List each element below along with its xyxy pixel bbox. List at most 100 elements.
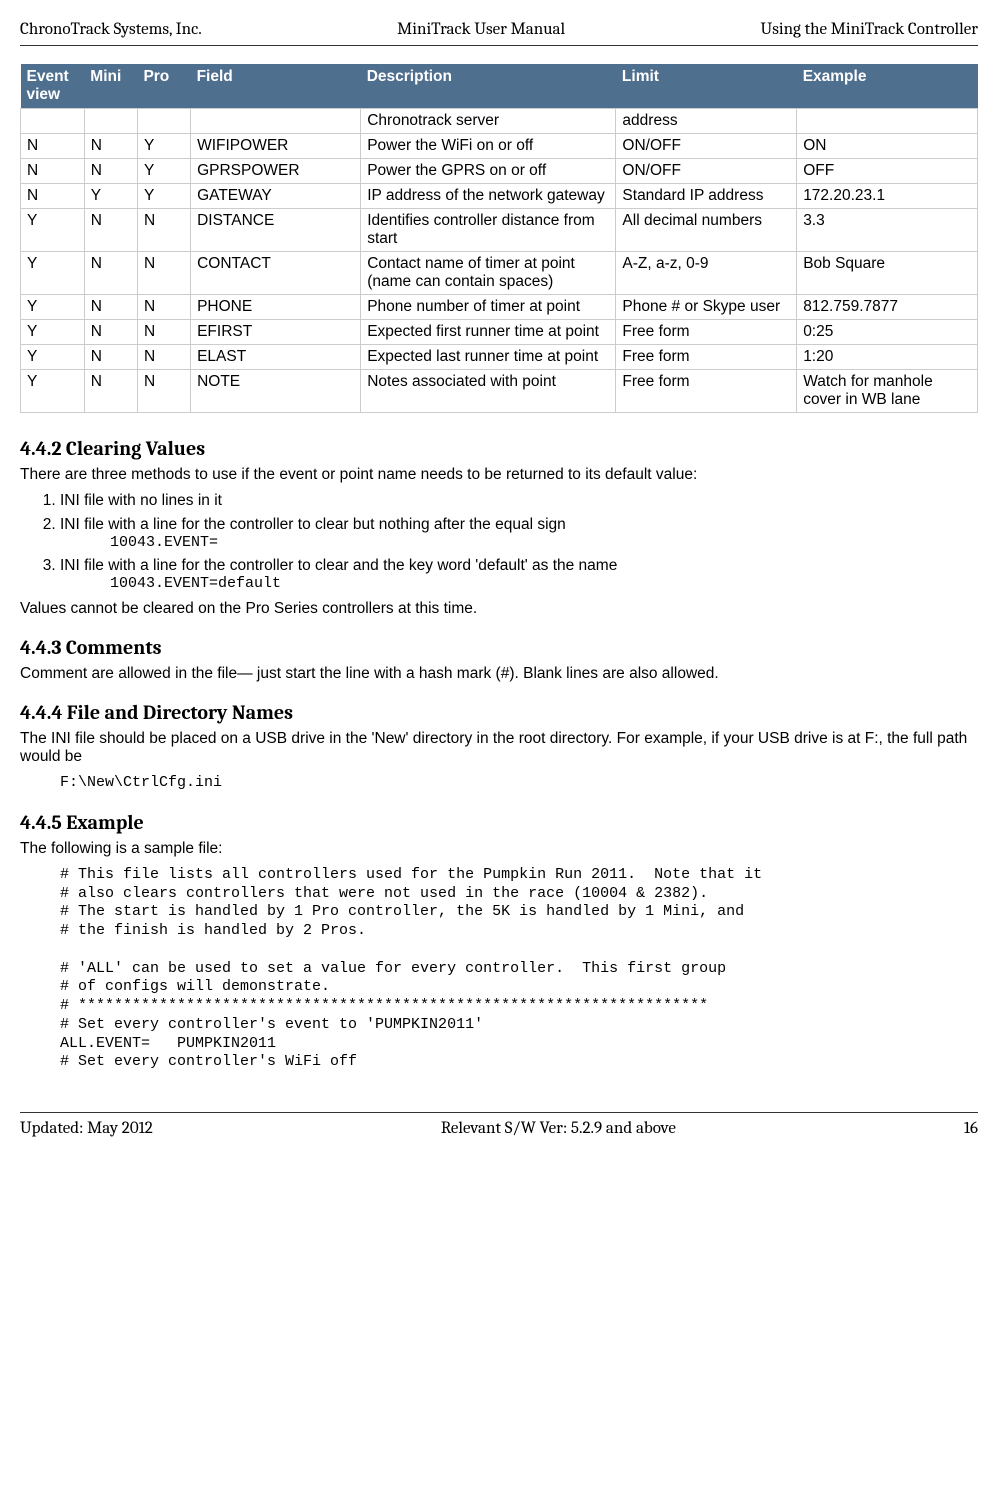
- table-cell: WIFIPOWER: [191, 134, 361, 159]
- table-cell: NOTE: [191, 370, 361, 413]
- table-cell: Watch for manhole cover in WB lane: [797, 370, 978, 413]
- list-item: INI file with a line for the controller …: [60, 516, 978, 551]
- table-cell: Phone number of timer at point: [361, 295, 616, 320]
- table-cell: OFF: [797, 159, 978, 184]
- table-cell: Y: [137, 159, 190, 184]
- table-cell: Standard IP address: [616, 184, 797, 209]
- table-cell: Power the WiFi on or off: [361, 134, 616, 159]
- table-row: Chronotrack serveraddress: [21, 109, 978, 134]
- table-cell: [137, 109, 190, 134]
- table-cell: EFIRST: [191, 320, 361, 345]
- table-cell: ON/OFF: [616, 159, 797, 184]
- table-cell: Free form: [616, 370, 797, 413]
- li2-code: 10043.EVENT=: [110, 534, 978, 551]
- table-cell: Y: [21, 252, 85, 295]
- table-cell: N: [137, 295, 190, 320]
- table-cell: N: [137, 209, 190, 252]
- table-cell: N: [137, 252, 190, 295]
- list-item: INI file with a line for the controller …: [60, 557, 978, 592]
- table-cell: N: [84, 252, 137, 295]
- table-cell: 1:20: [797, 345, 978, 370]
- table-cell: Power the GPRS on or off: [361, 159, 616, 184]
- table-cell: [797, 109, 978, 134]
- table-cell: N: [21, 184, 85, 209]
- table-cell: N: [84, 320, 137, 345]
- file-names-text: The INI file should be placed on a USB d…: [20, 730, 978, 766]
- footer-right: 16: [964, 1119, 978, 1138]
- table-cell: Y: [137, 184, 190, 209]
- table-cell: 3.3: [797, 209, 978, 252]
- heading-comments: 4.4.3 Comments: [20, 636, 978, 659]
- table-row: YNNEFIRSTExpected first runner time at p…: [21, 320, 978, 345]
- table-row: NNYGPRSPOWERPower the GPRS on or offON/O…: [21, 159, 978, 184]
- table-cell: ELAST: [191, 345, 361, 370]
- table-row: YNNNOTENotes associated with pointFree f…: [21, 370, 978, 413]
- table-cell: Free form: [616, 320, 797, 345]
- table-cell: IP address of the network gateway: [361, 184, 616, 209]
- list-item: INI file with no lines in it: [60, 492, 978, 510]
- table-row: NNYWIFIPOWERPower the WiFi on or offON/O…: [21, 134, 978, 159]
- li3-text: INI file with a line for the controller …: [60, 557, 617, 574]
- table-cell: N: [84, 134, 137, 159]
- table-row: YNNPHONEPhone number of timer at pointPh…: [21, 295, 978, 320]
- table-cell: 0:25: [797, 320, 978, 345]
- table-cell: Y: [21, 320, 85, 345]
- page-header: ChronoTrack Systems, Inc. MiniTrack User…: [20, 20, 978, 46]
- table-cell: N: [84, 159, 137, 184]
- table-cell: N: [21, 134, 85, 159]
- table-cell: N: [137, 320, 190, 345]
- table-cell: DISTANCE: [191, 209, 361, 252]
- table-cell: Y: [137, 134, 190, 159]
- table-cell: Y: [21, 209, 85, 252]
- page-footer: Updated: May 2012 Relevant S/W Ver: 5.2.…: [20, 1112, 978, 1138]
- table-cell: 812.759.7877: [797, 295, 978, 320]
- table-cell: N: [84, 295, 137, 320]
- th-limit: Limit: [616, 64, 797, 109]
- th-pro: Pro: [137, 64, 190, 109]
- table-cell: Y: [21, 345, 85, 370]
- table-row: YNNDISTANCEIdentifies controller distanc…: [21, 209, 978, 252]
- example-code: # This file lists all controllers used f…: [60, 866, 978, 1072]
- table-cell: Y: [84, 184, 137, 209]
- table-cell: GATEWAY: [191, 184, 361, 209]
- file-path-code: F:\New\CtrlCfg.ini: [60, 774, 978, 793]
- table-cell: Y: [21, 370, 85, 413]
- table-cell: 172.20.23.1: [797, 184, 978, 209]
- table-cell: GPRSPOWER: [191, 159, 361, 184]
- table-cell: Expected first runner time at point: [361, 320, 616, 345]
- table-row: YNNCONTACTContact name of timer at point…: [21, 252, 978, 295]
- table-cell: A-Z, a-z, 0-9: [616, 252, 797, 295]
- table-cell: Chronotrack server: [361, 109, 616, 134]
- table-row: YNNELASTExpected last runner time at poi…: [21, 345, 978, 370]
- footer-left: Updated: May 2012: [20, 1119, 153, 1138]
- table-cell: Notes associated with point: [361, 370, 616, 413]
- table-cell: Y: [21, 295, 85, 320]
- table-cell: ON/OFF: [616, 134, 797, 159]
- fields-table: Event view Mini Pro Field Description Li…: [20, 64, 978, 413]
- table-cell: ON: [797, 134, 978, 159]
- table-header-row: Event view Mini Pro Field Description Li…: [21, 64, 978, 109]
- th-description: Description: [361, 64, 616, 109]
- heading-example: 4.4.5 Example: [20, 811, 978, 834]
- table-cell: Free form: [616, 345, 797, 370]
- th-field: Field: [191, 64, 361, 109]
- header-center: MiniTrack User Manual: [397, 20, 565, 39]
- th-mini: Mini: [84, 64, 137, 109]
- table-cell: Contact name of timer at point (name can…: [361, 252, 616, 295]
- table-cell: N: [137, 345, 190, 370]
- clearing-intro: There are three methods to use if the ev…: [20, 466, 978, 484]
- th-event-view: Event view: [21, 64, 85, 109]
- table-cell: N: [84, 209, 137, 252]
- header-right: Using the MiniTrack Controller: [761, 20, 978, 39]
- heading-file-names: 4.4.4 File and Directory Names: [20, 701, 978, 724]
- table-cell: CONTACT: [191, 252, 361, 295]
- table-cell: [84, 109, 137, 134]
- clearing-list: INI file with no lines in it INI file wi…: [20, 492, 978, 592]
- footer-center: Relevant S/W Ver: 5.2.9 and above: [441, 1119, 676, 1138]
- table-cell: Phone # or Skype user: [616, 295, 797, 320]
- table-cell: Identifies controller distance from star…: [361, 209, 616, 252]
- table-cell: N: [84, 345, 137, 370]
- li3-code: 10043.EVENT=default: [110, 575, 978, 592]
- table-cell: All decimal numbers: [616, 209, 797, 252]
- header-left: ChronoTrack Systems, Inc.: [20, 20, 202, 39]
